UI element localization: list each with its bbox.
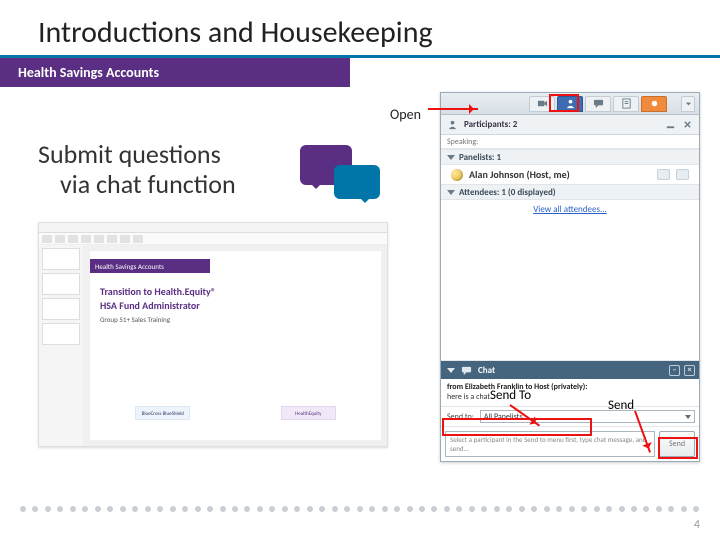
logo-bcbs: BlueCross BlueShield (135, 406, 190, 420)
chevron-down-icon (685, 415, 691, 419)
sendto-callout-label: Send To (490, 388, 531, 403)
chat-bubbles-icon (300, 145, 352, 185)
chat-header[interactable]: Chat – × (441, 361, 699, 379)
instruction-text: Submit questions via chat function (38, 140, 236, 200)
chat-message-line: here is a chat (447, 393, 693, 403)
panelists-header[interactable]: Panelists: 1 (441, 149, 699, 165)
app-titlebar (39, 223, 387, 233)
minimize-icon[interactable] (665, 119, 676, 130)
page-title: Introductions and Housekeeping (38, 14, 720, 51)
send-to-select[interactable]: All Panelists (480, 410, 695, 423)
audio-icon[interactable] (657, 169, 670, 180)
open-callout-label: Open (390, 106, 421, 123)
chevron-down-icon (447, 368, 455, 373)
page-number: 4 (694, 518, 700, 532)
webex-panel: Participants: 2 Speaking: Panelists: 1 A… (440, 92, 700, 462)
tab-video-icon[interactable] (529, 96, 555, 112)
tab-dropdown-icon[interactable] (681, 96, 695, 112)
instruction-line1: Submit questions (38, 138, 221, 170)
send-to-label: Send to: (445, 412, 476, 422)
close-icon[interactable] (682, 119, 693, 130)
participants-controls: Participants: 2 (441, 115, 699, 135)
tab-notes-icon[interactable] (613, 96, 639, 112)
inner-slide-title1: Transition to Health.Equity® (100, 285, 216, 298)
inner-slide-title2: HSA Fund Administrator (100, 299, 200, 312)
chat-header-label: Chat (478, 365, 495, 376)
inner-slide-bar: Health Savings Accounts (90, 259, 210, 273)
shared-presentation-thumbnail: Health Savings Accounts Transition to He… (38, 222, 388, 447)
app-toolbar (39, 233, 387, 245)
chat-close-icon[interactable]: × (684, 365, 695, 376)
panelist-row: Alan Johnson (Host, me) (441, 165, 699, 184)
open-arrow (428, 108, 478, 110)
inner-slide-subtitle: Group 51+ Sales Training (100, 315, 170, 324)
message-row: Select a participant in the Send to menu… (441, 427, 699, 461)
attendees-header-label: Attendees: 1 (0 displayed) (459, 187, 556, 198)
panelists-header-label: Panelists: 1 (459, 152, 501, 163)
decorative-dots (20, 506, 700, 514)
view-all-attendees[interactable]: View all attendees... (441, 200, 699, 221)
chevron-down-icon (447, 190, 455, 195)
panelist-name: Alan Johnson (Host, me) (469, 168, 570, 181)
tab-record-icon[interactable] (641, 96, 667, 112)
instruction-line2: via chat function (38, 170, 236, 200)
attendees-header[interactable]: Attendees: 1 (0 displayed) (441, 184, 699, 200)
video-icon[interactable] (676, 169, 689, 180)
send-to-value: All Panelists (484, 412, 523, 422)
speaking-row: Speaking: (441, 135, 699, 149)
panel-spacer (441, 221, 699, 361)
send-button[interactable]: Send (659, 431, 695, 457)
send-to-row: Send to: All Panelists (441, 407, 699, 427)
chat-input[interactable]: Select a participant in the Send to menu… (445, 431, 655, 457)
chat-icon (461, 365, 472, 376)
chat-log: from Elizabeth Franklin to Host (private… (441, 379, 699, 407)
logo-healthequity: HealthEquity (281, 406, 336, 420)
chat-minimize-icon[interactable]: – (669, 365, 680, 376)
panel-tabstrip (441, 93, 699, 115)
tab-chat-icon[interactable] (585, 96, 611, 112)
inner-slide: Health Savings Accounts Transition to He… (90, 251, 381, 440)
host-globe-icon (451, 169, 463, 181)
chevron-down-icon (447, 155, 455, 160)
tab-participants-icon[interactable] (557, 96, 583, 112)
participants-count: Participants: 2 (464, 119, 517, 130)
send-callout-label: Send (608, 398, 634, 413)
slide-thumbnails (39, 245, 84, 446)
view-all-link[interactable]: View all attendees... (533, 204, 607, 215)
subtitle-bar: Health Savings Accounts (0, 58, 350, 87)
chat-bubble-blue-icon (334, 165, 380, 199)
participants-icon (447, 119, 458, 130)
